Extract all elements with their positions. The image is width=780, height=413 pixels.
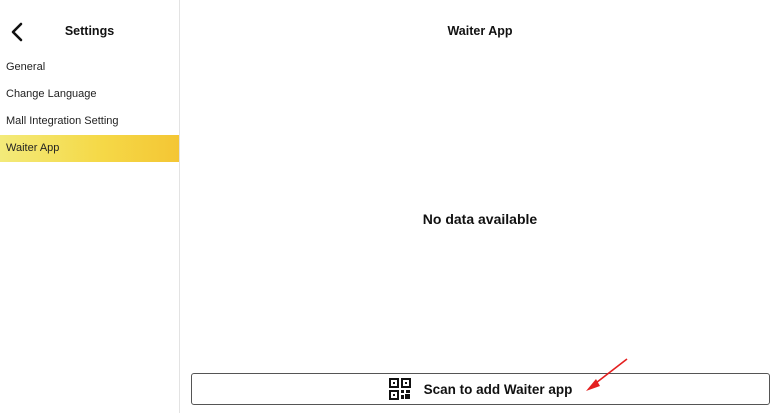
settings-menu: General Change Language Mall Integration… (0, 54, 179, 162)
page-title: Waiter App (447, 24, 513, 38)
empty-state-message: No data available (422, 211, 538, 227)
sidebar: Settings General Change Language Mall In… (0, 0, 180, 413)
sidebar-item-general[interactable]: General (0, 54, 179, 81)
sidebar-item-waiter-app[interactable]: Waiter App (0, 135, 179, 162)
scan-to-add-waiter-app-button[interactable]: Scan to add Waiter app (191, 373, 770, 405)
main-panel: Waiter App No data available Scan to add… (180, 0, 780, 413)
qr-code-icon (388, 378, 411, 400)
sidebar-item-change-language[interactable]: Change Language (0, 81, 179, 108)
sidebar-header: Settings (0, 0, 179, 62)
scan-button-label: Scan to add Waiter app (423, 381, 573, 397)
sidebar-title: Settings (64, 24, 115, 38)
sidebar-item-mall-integration-setting[interactable]: Mall Integration Setting (0, 108, 179, 135)
